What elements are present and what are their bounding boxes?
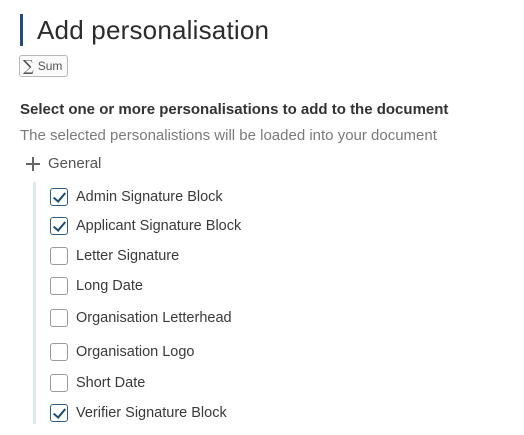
option-label: Applicant Signature Block [76, 218, 242, 234]
option-short-date[interactable]: Short Date [50, 374, 145, 392]
checkbox[interactable] [50, 217, 68, 235]
checkbox[interactable] [50, 309, 68, 327]
option-label: Verifier Signature Block [76, 405, 227, 421]
hint-text: The selected personalistions will be loa… [20, 127, 437, 144]
checkbox[interactable] [50, 343, 68, 361]
checkbox[interactable] [50, 188, 68, 206]
sigma-icon: ∑ [23, 57, 34, 75]
option-label: Short Date [76, 375, 146, 391]
option-label: Organisation Logo [76, 344, 195, 360]
checkbox[interactable] [50, 374, 68, 392]
tree-guide-line [33, 182, 36, 424]
plus-icon[interactable] [26, 156, 40, 171]
option-label: Organisation Letterhead [76, 310, 232, 326]
sum-badge-label: Sum [37, 59, 63, 73]
checkbox[interactable] [50, 247, 68, 265]
page-title: Add personalisation [37, 14, 270, 45]
option-label: Letter Signature [76, 248, 180, 264]
page-header: Add personalisation [20, 14, 269, 46]
option-label: Admin Signature Block [76, 189, 223, 205]
option-long-date[interactable]: Long Date [50, 277, 143, 295]
checkbox[interactable] [50, 277, 68, 295]
sum-badge[interactable]: ∑ Sum [19, 55, 69, 77]
option-verifier-signature-block[interactable]: Verifier Signature Block [50, 404, 227, 422]
group-label: General [48, 155, 102, 172]
option-admin-signature-block[interactable]: Admin Signature Block [50, 188, 223, 206]
option-label: Long Date [76, 278, 143, 294]
option-organisation-letterhead[interactable]: Organisation Letterhead [50, 309, 232, 327]
title-accent-bar [20, 14, 23, 46]
checkbox[interactable] [50, 404, 68, 422]
option-letter-signature[interactable]: Letter Signature [50, 247, 179, 265]
group-toggle-general[interactable]: General [26, 155, 101, 172]
option-organisation-logo[interactable]: Organisation Logo [50, 343, 195, 361]
option-applicant-signature-block[interactable]: Applicant Signature Block [50, 217, 241, 235]
instruction-text: Select one or more personalisations to a… [20, 101, 449, 118]
